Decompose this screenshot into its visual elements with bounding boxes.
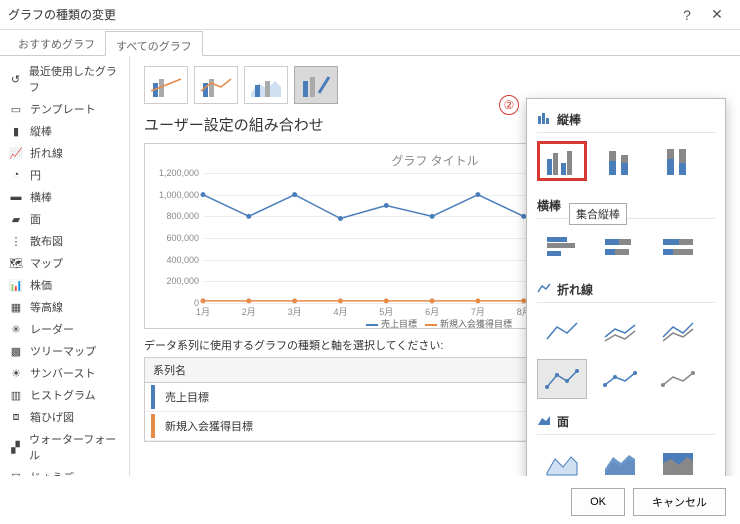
sidebar-icon: ▦	[8, 300, 24, 314]
sidebar-icon: ⧈	[8, 410, 24, 424]
sidebar-item-4[interactable]: ◔円	[0, 164, 129, 186]
combo-subtype-2[interactable]	[194, 66, 238, 104]
tab-all[interactable]: すべてのグラフ	[105, 31, 203, 56]
tab-bar: おすすめグラフ すべてのグラフ	[0, 30, 740, 56]
column-chart-icon	[537, 112, 551, 127]
sidebar-icon: ⋮	[8, 234, 24, 248]
sidebar-item-8[interactable]: 🗺マップ	[0, 252, 129, 274]
sidebar-icon: 📈	[8, 146, 24, 160]
sidebar-item-5[interactable]: ▬横棒	[0, 186, 129, 208]
option-area[interactable]	[537, 443, 587, 476]
window-title: グラフの種類の変更	[8, 6, 672, 23]
chart-type-popup: ② 縦棒 集合縦棒 横棒 折れ線	[526, 98, 726, 476]
sidebar-item-7[interactable]: ⋮散布図	[0, 230, 129, 252]
sidebar-icon: ▩	[8, 344, 24, 358]
sidebar-item-0[interactable]: ↺最近使用したグラフ	[0, 60, 129, 98]
sidebar-item-14[interactable]: ▥ヒストグラム	[0, 384, 129, 406]
sidebar-icon: ◔	[8, 168, 24, 182]
option-stacked-line[interactable]	[595, 311, 645, 351]
sidebar-item-12[interactable]: ▩ツリーマップ	[0, 340, 129, 362]
sidebar-item-15[interactable]: ⧈箱ひげ図	[0, 406, 129, 428]
sidebar-item-16[interactable]: ▞ウォーターフォール	[0, 428, 129, 466]
titlebar: グラフの種類の変更 ? ✕	[0, 0, 740, 30]
popup-section-column: 縦棒	[537, 105, 715, 133]
sidebar-item-10[interactable]: ▦等高線	[0, 296, 129, 318]
sidebar-item-6[interactable]: ▰面	[0, 208, 129, 230]
option-line[interactable]	[537, 311, 587, 351]
sidebar-icon: ☀	[8, 366, 24, 380]
sidebar-icon: ✳	[8, 322, 24, 336]
ok-button[interactable]: OK	[571, 488, 625, 516]
close-button[interactable]: ✕	[702, 6, 732, 23]
sidebar-item-2[interactable]: ▮縦棒	[0, 120, 129, 142]
sidebar-item-17[interactable]: ▽じょうご	[0, 466, 129, 476]
popup-section-line: 折れ線	[537, 275, 715, 303]
tab-recommended[interactable]: おすすめグラフ	[8, 30, 105, 55]
sidebar-item-3[interactable]: 📈折れ線	[0, 142, 129, 164]
combo-subtype-custom[interactable]	[294, 66, 338, 104]
option-100-stacked-line-markers[interactable]	[653, 359, 703, 399]
chart-type-sidebar: ↺最近使用したグラフ▭テンプレート▮縦棒📈折れ線◔円▬横棒▰面⋮散布図🗺マップ📊…	[0, 56, 130, 476]
sidebar-icon: ▰	[8, 212, 24, 226]
option-100-stacked-column[interactable]	[653, 141, 703, 181]
sidebar-icon: 🗺	[8, 256, 24, 270]
option-stacked-bar[interactable]	[595, 227, 645, 267]
option-100-stacked-line[interactable]	[653, 311, 703, 351]
sidebar-icon: ↺	[8, 72, 23, 86]
sidebar-item-9[interactable]: 📊株価	[0, 274, 129, 296]
callout-2: ②	[499, 95, 519, 115]
option-clustered-bar[interactable]	[537, 227, 587, 267]
dialog-footer: OK キャンセル	[571, 488, 726, 516]
sidebar-icon: ▽	[8, 470, 24, 476]
combo-subtype-3[interactable]	[244, 66, 288, 104]
option-line-markers[interactable]	[537, 359, 587, 399]
sidebar-item-1[interactable]: ▭テンプレート	[0, 98, 129, 120]
sidebar-icon: 📊	[8, 278, 24, 292]
main-panel: ユーザー設定の組み合わせ グラフ タイトル 0200,000400,000600…	[130, 56, 740, 476]
cancel-button[interactable]: キャンセル	[633, 488, 726, 516]
sidebar-icon: ▬	[8, 190, 24, 204]
sidebar-item-11[interactable]: ✳レーダー	[0, 318, 129, 340]
option-stacked-line-markers[interactable]	[595, 359, 645, 399]
sidebar-icon: ▞	[8, 440, 23, 454]
popup-section-area: 面	[537, 407, 715, 435]
combo-subtype-1[interactable]	[144, 66, 188, 104]
sidebar-item-13[interactable]: ☀サンバースト	[0, 362, 129, 384]
sidebar-icon: ▮	[8, 124, 24, 138]
help-button[interactable]: ?	[672, 7, 702, 23]
sidebar-icon: ▭	[8, 102, 24, 116]
option-stacked-column[interactable]	[595, 141, 645, 181]
line-chart-icon	[537, 282, 551, 297]
option-clustered-column[interactable]	[537, 141, 587, 181]
option-100-stacked-bar[interactable]	[653, 227, 703, 267]
sidebar-icon: ▥	[8, 388, 24, 402]
option-stacked-area[interactable]	[595, 443, 645, 476]
tooltip-clustered-column: 集合縦棒	[569, 203, 627, 225]
area-chart-icon	[537, 414, 551, 429]
option-100-stacked-area[interactable]	[653, 443, 703, 476]
